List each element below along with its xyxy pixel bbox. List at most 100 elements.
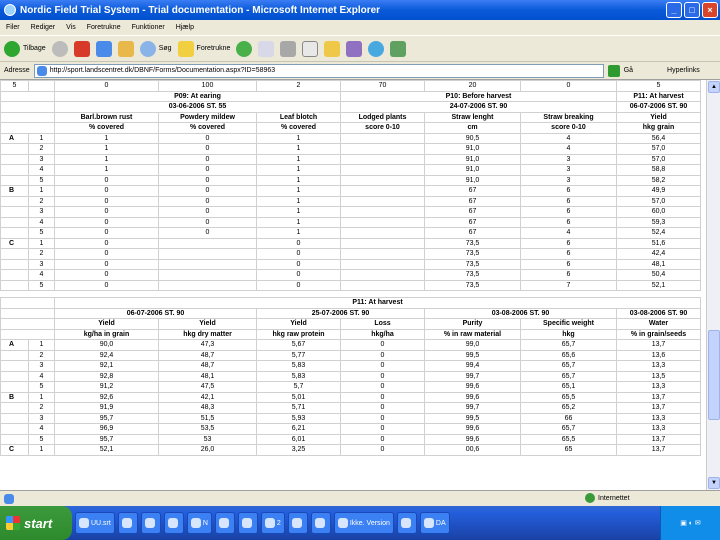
search-button[interactable]: Søg [139, 40, 172, 57]
go-icon[interactable] [607, 64, 620, 77]
menu-file[interactable]: Filer [6, 24, 20, 31]
cell: 20 [424, 80, 521, 92]
cell: % in grain/seeds [615, 328, 702, 340]
cell: 60,0 [616, 206, 701, 218]
group-date: 03-06-2006 ST. 55 [54, 101, 341, 113]
address-label: Adresse [4, 67, 30, 74]
minimize-button[interactable]: _ [666, 2, 682, 18]
cell: 47,5 [158, 381, 257, 393]
cell [0, 174, 29, 186]
cell: 67 [424, 195, 521, 207]
cell: 99,5 [424, 412, 521, 424]
table-row: 5 95,7 53 6,01 0 99,6 65,5 13,7 [0, 433, 702, 445]
cell: 99,7 [424, 370, 521, 382]
maximize-button[interactable]: □ [684, 2, 700, 18]
cell [340, 216, 425, 228]
taskbar-button-label: Ikke. Version [349, 519, 390, 527]
start-button[interactable]: start [0, 506, 72, 540]
cell: 0 [54, 237, 159, 249]
taskbar-button[interactable] [140, 512, 161, 534]
app-icon [121, 518, 132, 528]
stop-icon[interactable] [73, 40, 90, 57]
cell: 51,6 [616, 237, 701, 249]
cell [0, 269, 29, 281]
cell: 13,7 [615, 402, 702, 414]
cell: cm [424, 122, 521, 134]
messenger-icon[interactable] [368, 40, 385, 57]
go-button[interactable]: Gå [624, 67, 633, 74]
cell: 0 [340, 360, 425, 372]
cell: 5,01 [256, 391, 341, 403]
taskbar-button[interactable]: Ikke. Version [333, 512, 394, 534]
cell: 1 [28, 444, 55, 456]
taskbar-button[interactable] [117, 512, 138, 534]
table-row: B 1 0 0 1 67 6 49,9 [0, 185, 701, 197]
menu-help[interactable]: Hjælp [176, 24, 194, 31]
folder-icon[interactable] [324, 40, 341, 57]
forward-button[interactable] [51, 40, 68, 57]
menu-edit[interactable]: Rediger [31, 24, 56, 31]
cell: % covered [54, 122, 159, 134]
scroll-down-icon[interactable]: ▼ [708, 477, 720, 489]
cell [0, 227, 29, 239]
taskbar-button[interactable] [396, 512, 417, 534]
cell: Lodged plants [340, 111, 425, 123]
cell: 57,0 [616, 195, 701, 207]
cell: 65,7 [520, 370, 617, 382]
app-icon [400, 518, 411, 528]
refresh-icon[interactable] [95, 40, 112, 57]
address-input[interactable]: http://sport.landscentret.dk/DBNF/Forms/… [33, 63, 604, 78]
mail-icon[interactable] [258, 40, 275, 57]
menu-tools[interactable]: Funktioner [132, 24, 165, 31]
taskbar-button[interactable] [237, 512, 258, 534]
taskbar-button[interactable]: 2 [260, 512, 285, 534]
taskbar-button[interactable] [163, 512, 184, 534]
cell: 70 [340, 80, 425, 92]
cell [0, 318, 55, 330]
cell [0, 307, 55, 319]
cell: 1 [28, 339, 55, 351]
links-label[interactable]: Hyperlinks [667, 67, 700, 74]
taskbar-button[interactable] [310, 512, 331, 534]
cell: 0 [256, 258, 341, 270]
cell: 96,9 [54, 423, 159, 435]
cell [0, 164, 29, 176]
cell: 0 [158, 195, 257, 207]
cell: 1 [256, 143, 341, 155]
title-bar: Nordic Field Trial System - Trial docume… [0, 0, 720, 20]
cell: 4 [28, 216, 55, 228]
print-icon[interactable] [280, 40, 297, 57]
menu-favorites[interactable]: Foretrukne [87, 24, 121, 31]
research-icon[interactable] [346, 40, 363, 57]
history-icon[interactable] [236, 40, 253, 57]
menu-view[interactable]: Vis [66, 24, 76, 31]
scroll-up-icon[interactable]: ▲ [708, 81, 720, 93]
back-button[interactable]: Tilbage [4, 40, 46, 57]
cell: 99,6 [424, 423, 521, 435]
cell: 51,5 [158, 412, 257, 424]
taskbar-button[interactable] [287, 512, 308, 534]
taskbar-button[interactable]: UU.srt [75, 512, 115, 534]
cell [340, 185, 425, 197]
cell: 6,21 [256, 423, 341, 435]
vertical-scrollbar[interactable]: ▲ ▼ [706, 80, 720, 490]
header-row-2: % covered% covered% covered score 0-10 cm s… [0, 122, 701, 134]
taskbar-button[interactable] [214, 512, 235, 534]
cell: 13,3 [615, 381, 702, 393]
cell: 0 [54, 80, 159, 92]
taskbar-button[interactable]: N [186, 512, 212, 534]
edit-icon[interactable] [302, 40, 319, 57]
cell: 1 [54, 143, 159, 155]
taskbar-button[interactable]: DA [419, 512, 450, 534]
home-icon[interactable] [117, 40, 134, 57]
cell: 00,6 [424, 444, 521, 456]
close-button[interactable]: × [702, 2, 718, 18]
cell: score 0-10 [340, 122, 425, 134]
scroll-thumb[interactable] [708, 330, 720, 420]
table-row: 3 92,1 48,7 5,83 0 99,4 65,7 13,3 [0, 360, 702, 372]
cell: Specific weight [520, 318, 617, 330]
favorites-button[interactable]: Foretrukne [177, 40, 230, 57]
cell: 0 [256, 248, 341, 260]
tools-icon[interactable] [390, 40, 407, 57]
cell: 26,0 [158, 444, 257, 456]
